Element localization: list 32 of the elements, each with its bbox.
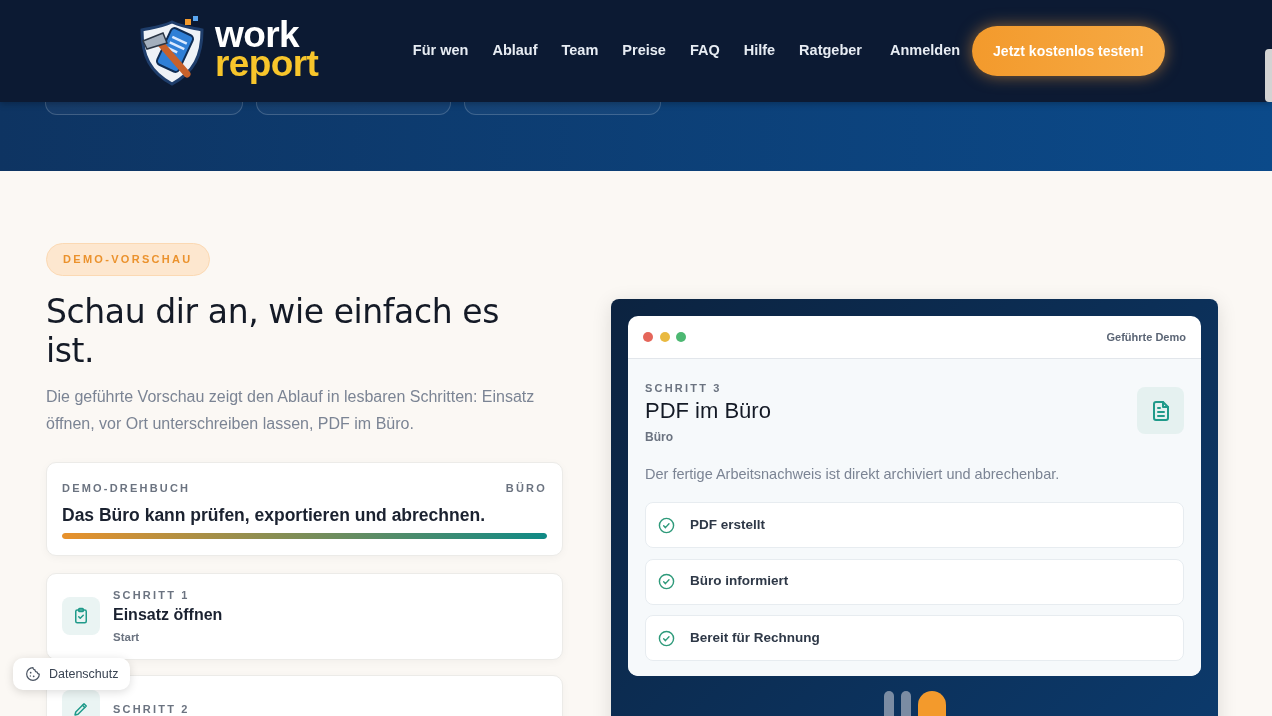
section-heading: Schau dir an, wie einfach es ist. [46, 292, 500, 370]
step-title: Einsatz öffnen [113, 605, 223, 625]
checklist-label: Bereit für Rechnung [690, 628, 820, 647]
scrollbar-thumb[interactable] [1265, 49, 1272, 102]
document-icon [1137, 387, 1184, 434]
nav-link[interactable]: Hilfe [743, 40, 776, 62]
step-label: SCHRITT 1 [113, 588, 191, 602]
nav-link[interactable]: Ablauf [492, 40, 538, 62]
clipboard-check-icon [62, 597, 100, 635]
step-label: SCHRITT 2 [113, 702, 190, 716]
section-text: Die geführte Vorschau zeigt den Ablauf in lesbaren Schritten: Einsatz öffnen, vor Ort unterschreiben lassen, PDF im Büro. [46, 387, 536, 434]
step-subtitle: Start [113, 630, 141, 644]
step-label: SCHRITT 3 [645, 381, 723, 395]
nav-link[interactable]: FAQ [689, 40, 720, 62]
login-link[interactable]: Anmelden [889, 40, 961, 62]
cookie-icon [25, 666, 41, 682]
card-role: BÜRO [505, 481, 547, 495]
nav-link[interactable]: Ratgeber [799, 40, 862, 62]
checklist-label: Büro informiert [690, 572, 789, 591]
window-title: Geführte Demo [1106, 329, 1186, 345]
nav-link[interactable]: Preise [622, 40, 666, 62]
card-label: DEMO-DREHBUCH [62, 481, 191, 495]
step-title: PDF im Büro [645, 398, 771, 424]
step-role: Büro [645, 430, 674, 444]
step-card[interactable]: SCHRITT 1 Einsatz öffnen Start [46, 573, 563, 660]
privacy-button[interactable]: Datenschutz [13, 658, 131, 690]
nav-link[interactable]: Für wen [412, 40, 469, 62]
section-badge: DEMO-VORSCHAU [46, 243, 210, 276]
card-title: Das Büro kann prüfen, exportieren und abrechnen. [62, 505, 486, 525]
checklist-label: PDF erstellt [690, 515, 766, 534]
step-description: Der fertige Arbeitsnachweis ist direkt archiviert und abrechenbar. [645, 466, 1061, 482]
nav-link[interactable]: Team [561, 40, 599, 62]
